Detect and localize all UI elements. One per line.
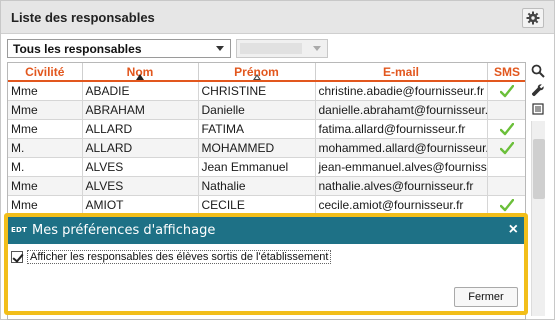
table-row[interactable]: M. ALLARD MOHAMMED mohammed.allard@fourniss… [8,138,525,158]
cell-nom: ABRAHAM [82,100,199,120]
sort-indicator-icon [252,74,261,80]
cell-sms [487,195,525,215]
cell-civilite: M. [8,157,83,177]
cell-prenom: Jean Emmanuel [198,157,316,177]
cell-sms [487,138,525,158]
column-header[interactable]: Prénom [198,63,316,82]
column-header[interactable]: Nom [82,63,199,82]
cell-prenom: Nathalie [198,176,316,196]
panel-title: Liste des responsables [11,10,155,25]
check-icon [500,84,514,98]
cell-prenom: Danielle [198,100,316,120]
wrench-icon [531,84,544,97]
close-button[interactable]: Fermer [454,287,518,307]
table-row[interactable]: Mme AMIOT CECILE cecile.amiot@fournisseur.f… [8,195,525,215]
column-header[interactable]: SMS [487,63,525,82]
cell-civilite: Mme [8,195,83,215]
column-header[interactable]: Civilité [8,63,83,82]
table-header-row: Civilité Nom Prénom E-mail SMS [8,63,525,82]
column-header-label: SMS [493,64,520,79]
panel-header: Liste des responsables [1,1,554,34]
cell-sms [487,176,525,196]
table-row[interactable]: M. ALVES Jean Emmanuel jean-emmanuel.alves@… [8,157,525,177]
cell-civilite: Mme [8,119,83,139]
cell-email: jean-emmanuel.alves@fournisseu [315,157,488,177]
cell-sms [487,100,525,120]
column-header-label: Civilité [25,64,65,79]
tools-button[interactable] [529,81,547,99]
display-preferences-dialog: EDT Mes préférences d'affichage × Affich… [8,217,524,311]
filter-selected-value: Tous les responsables [13,42,142,56]
cell-nom: ALVES [82,157,199,177]
list-button[interactable] [529,100,547,118]
secondary-filter-value [240,43,302,54]
cell-prenom: CECILE [198,195,316,215]
cell-civilite: Mme [8,100,83,120]
chevron-down-icon [216,46,224,51]
cell-email: nathalie.alves@fournisseur.fr [315,176,488,196]
edt-badge: EDT [11,226,27,234]
show-departed-students-option[interactable]: Afficher les responsables des élèves sor… [11,250,332,264]
search-icon [531,64,545,78]
check-icon [500,122,514,135]
cell-civilite: M. [8,138,83,158]
table-row[interactable]: Mme ALLARD FATIMA fatima.allard@fournisseur… [8,119,525,139]
column-header-label: E-mail [382,64,419,79]
check-icon [500,141,514,154]
chevron-down-icon [313,46,321,51]
search-button[interactable] [529,62,547,80]
cell-email: mohammed.allard@fournisseur.fr [315,138,488,158]
cell-sms [487,119,525,139]
cell-email: fatima.allard@fournisseur.fr [315,119,488,139]
sort-indicator-icon [136,74,144,80]
cell-sms [487,81,525,101]
secondary-filter-select [236,39,328,58]
cell-nom: ABADIE [82,81,199,101]
table-row[interactable]: Mme ABRAHAM Danielle danielle.abrahamt@four… [8,100,525,120]
cell-nom: ALLARD [82,138,199,158]
responsables-filter-select[interactable]: Tous les responsables [7,39,231,58]
cell-email: danielle.abrahamt@fournisseur.fr [315,100,488,120]
cell-nom: ALLARD [82,119,199,139]
settings-button[interactable] [522,8,544,28]
dialog-title: Mes préférences d'affichage [32,223,216,238]
show-departed-students-checkbox[interactable] [11,251,23,263]
list-icon [532,103,544,115]
dialog-header: EDT Mes préférences d'affichage × [8,217,524,244]
cell-sms [487,157,525,177]
gear-icon [526,11,540,25]
table-row[interactable]: Mme ALVES Nathalie nathalie.alves@fournisse… [8,176,525,196]
cell-prenom: FATIMA [198,119,316,139]
cell-nom: AMIOT [82,195,199,215]
vertical-scrollbar[interactable] [531,121,545,316]
column-header[interactable]: E-mail [315,63,488,82]
cell-nom: ALVES [82,176,199,196]
responsables-window: Liste des responsables Tous les responsa… [0,0,555,320]
cell-civilite: Mme [8,81,83,101]
cell-prenom: CHRISTINE [198,81,316,101]
option-label: Afficher les responsables des élèves sor… [27,250,332,264]
cell-email: christine.abadie@fournisseur.fr [315,81,488,101]
scrollbar-thumb[interactable] [533,139,545,199]
check-icon [500,198,514,211]
cell-prenom: MOHAMMED [198,138,316,158]
close-icon[interactable]: × [509,222,518,238]
cell-email: cecile.amiot@fournisseur.fr [315,195,488,215]
table-row[interactable]: Mme ABADIE CHRISTINE christine.abadie@fourn… [8,81,525,101]
cell-civilite: Mme [8,176,83,196]
